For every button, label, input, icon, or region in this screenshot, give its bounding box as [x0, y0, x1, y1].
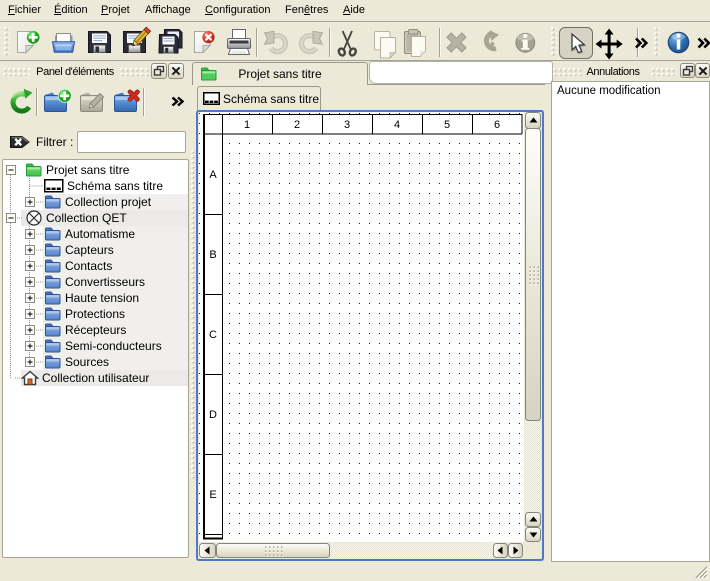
svg-text:3: 3	[344, 119, 350, 131]
svg-text:4: 4	[394, 119, 400, 131]
svg-text:E: E	[209, 489, 216, 501]
svg-text:C: C	[209, 329, 217, 341]
svg-text:5: 5	[444, 119, 450, 131]
svg-text:A: A	[209, 169, 217, 181]
svg-text:D: D	[209, 409, 217, 421]
svg-text:2: 2	[294, 119, 300, 131]
svg-text:1: 1	[244, 119, 250, 131]
svg-text:6: 6	[494, 119, 500, 131]
svg-text:B: B	[209, 249, 216, 261]
